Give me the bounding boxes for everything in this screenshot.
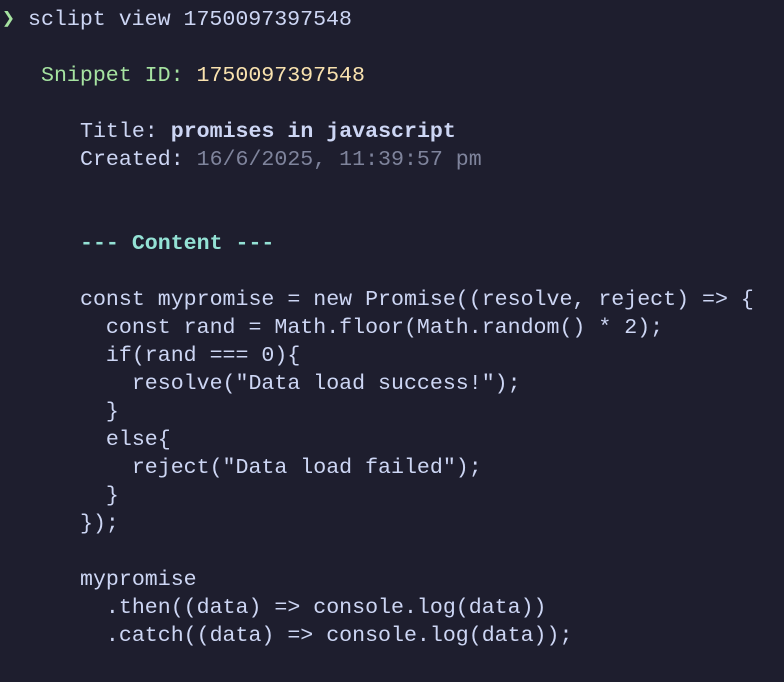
code-line: const rand = Math.floor(Math.random() * …: [80, 316, 664, 340]
created-label: Created:: [80, 148, 184, 172]
snippet-id-value: 1750097397548: [196, 64, 365, 88]
title-value: promises in javascript: [170, 120, 456, 144]
terminal-output: ❯ sclipt view 1750097397548 Snippet ID: …: [2, 6, 784, 650]
code-line: }: [80, 484, 119, 508]
command-line: ❯ sclipt view 1750097397548: [2, 6, 784, 34]
created-line: Created: 16/6/2025, 11:39:57 pm: [2, 146, 784, 174]
code-line: const mypromise = new Promise((resolve, …: [80, 288, 754, 312]
code-line: mypromise: [80, 568, 197, 592]
code-line: resolve("Data load success!");: [80, 372, 521, 396]
title-line: Title: promises in javascript: [2, 118, 784, 146]
prompt-icon: ❯: [2, 8, 16, 32]
snippet-id-label: Snippet ID:: [41, 64, 184, 88]
code-line: }: [80, 400, 119, 424]
command-text: sclipt view 1750097397548: [27, 8, 352, 32]
code-line: .catch((data) => console.log(data));: [80, 624, 573, 648]
code-line: if(rand === 0){: [80, 344, 301, 368]
code-line: reject("Data load failed");: [80, 456, 482, 480]
snippet-id-line: Snippet ID: 1750097397548: [2, 62, 784, 90]
code-line: else{: [80, 428, 171, 452]
created-value: 16/6/2025, 11:39:57 pm: [196, 148, 482, 172]
content-header: --- Content ---: [80, 232, 275, 256]
title-label: Title:: [80, 120, 158, 144]
code-line: });: [80, 512, 119, 536]
code-block: const mypromise = new Promise((resolve, …: [2, 286, 784, 650]
code-line: .then((data) => console.log(data)): [80, 596, 547, 620]
